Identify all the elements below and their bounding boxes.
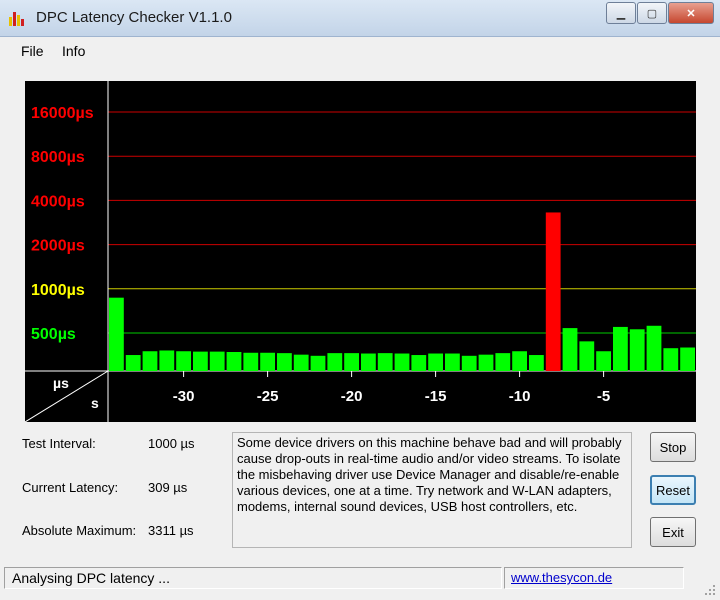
maximize-button[interactable]: ▢ (637, 2, 667, 24)
latency-bar (529, 355, 544, 371)
latency-bar (461, 355, 477, 371)
app-icon (9, 12, 24, 26)
x-tick-label: -10 (509, 388, 531, 405)
y-tick-label: 500µs (31, 326, 76, 343)
latency-bar (344, 353, 359, 371)
title-bar: DPC Latency Checker V1.1.0 ▁ ▢ ✕ (0, 0, 720, 37)
latency-bar (579, 341, 595, 371)
latency-bar (562, 328, 578, 371)
latency-bar (394, 353, 410, 371)
latency-bar (663, 348, 679, 371)
y-tick-label: 8000µs (31, 149, 85, 166)
menu-file[interactable]: File (21, 43, 44, 59)
x-tick-label: -25 (257, 388, 279, 405)
latency-chart-svg: 16000µs 8000µs 4000µs 2000µs 1000µs 500µs µs s -… (24, 81, 696, 423)
latency-bar (428, 353, 443, 371)
latency-bar (680, 347, 695, 371)
latency-bar (176, 351, 191, 371)
x-tick-label: -15 (425, 388, 447, 405)
close-button[interactable]: ✕ (668, 2, 714, 24)
x-axis-unit: s (91, 395, 99, 411)
latency-bar (495, 353, 511, 371)
reset-button[interactable]: Reset (650, 475, 696, 505)
exit-button[interactable]: Exit (650, 517, 696, 547)
y-tick-label: 2000µs (31, 238, 85, 255)
latency-bar (411, 355, 427, 371)
maximize-icon: ▢ (646, 7, 658, 20)
latency-bar (277, 353, 292, 371)
close-icon: ✕ (686, 7, 696, 20)
y-axis-unit: µs (53, 375, 69, 391)
y-tick-label: 16000µs (31, 105, 94, 122)
latency-bar (159, 350, 175, 371)
window-title: DPC Latency Checker V1.1.0 (36, 9, 232, 26)
latency-bar (596, 351, 611, 371)
stop-button[interactable]: Stop (650, 432, 696, 462)
latency-bar (142, 351, 158, 371)
latency-bar (193, 351, 208, 371)
resize-grip-icon[interactable] (704, 584, 716, 596)
current-latency-label: Current Latency: (22, 480, 119, 495)
test-interval-value: 1000 µs (148, 436, 195, 451)
x-tick-label: -5 (597, 388, 610, 405)
latency-bar (125, 355, 141, 371)
latency-bar (327, 353, 343, 371)
latency-bar (226, 352, 242, 371)
latency-bar (445, 353, 460, 371)
latency-bar (109, 297, 124, 371)
y-tick-label: 4000µs (31, 193, 85, 210)
latency-bar (209, 351, 225, 371)
latency-bar (512, 351, 527, 371)
absolute-max-value: 3311 µs (148, 523, 194, 538)
latency-bar (361, 353, 376, 371)
latency-bar (478, 354, 494, 371)
status-bar: Analysing DPC latency ... www.thesycon.d… (0, 563, 720, 600)
latency-chart: 16000µs 8000µs 4000µs 2000µs 1000µs 500µs µs s -… (24, 81, 696, 423)
latency-bar (243, 352, 259, 371)
minimize-button[interactable]: ▁ (606, 2, 636, 24)
current-latency-value: 309 µs (148, 480, 188, 495)
latency-bar (293, 354, 309, 371)
status-text: Analysing DPC latency ... (12, 570, 170, 586)
latency-bar (545, 212, 561, 371)
absolute-max-label: Absolute Maximum: (22, 523, 137, 538)
latency-bar (377, 353, 393, 371)
latency-bar (646, 325, 662, 371)
latency-bar (613, 326, 628, 371)
driver-message: Some device drivers on this machine beha… (232, 432, 632, 548)
x-tick-label: -30 (173, 388, 195, 405)
x-tick-label: -20 (341, 388, 363, 405)
website-link[interactable]: www.thesycon.de (511, 570, 612, 585)
latency-bar (260, 352, 275, 371)
test-interval-label: Test Interval: (22, 436, 96, 451)
latency-bar (629, 329, 645, 371)
window-controls: ▁ ▢ ✕ (605, 2, 714, 24)
menu-info[interactable]: Info (62, 43, 85, 59)
y-tick-label: 1000µs (31, 282, 85, 299)
minimize-icon: ▁ (616, 7, 626, 20)
menu-bar: File Info (0, 37, 720, 63)
latency-bar (310, 355, 326, 371)
